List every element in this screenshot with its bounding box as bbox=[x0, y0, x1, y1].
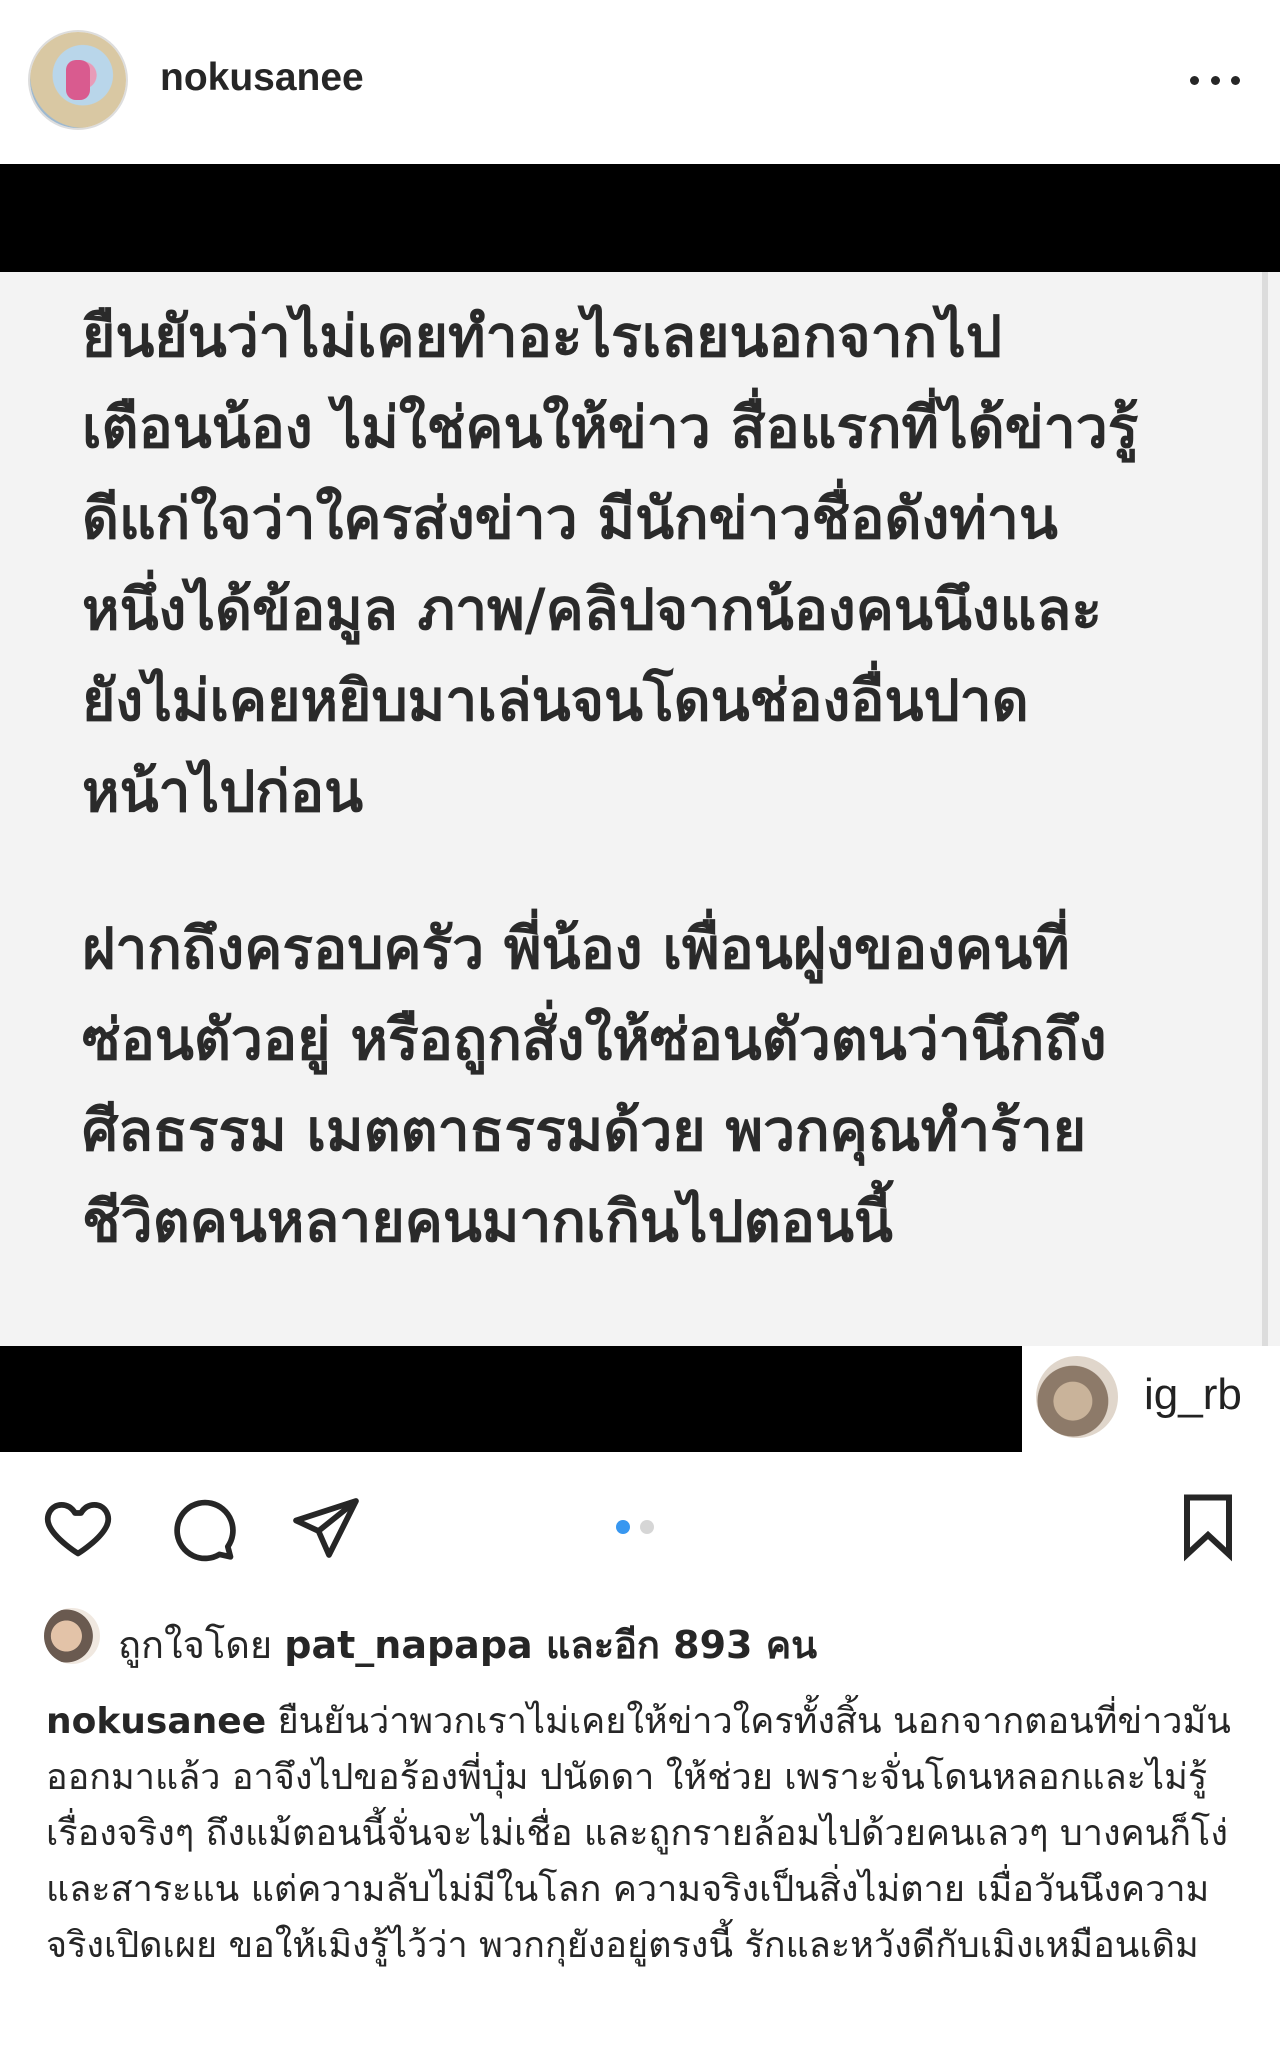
image-top-band bbox=[0, 164, 1280, 272]
post-image[interactable]: ยืนยันว่าไม่เคยทำอะไรเลยนอกจากไป เตือนน้… bbox=[0, 164, 1280, 1452]
liker-username[interactable]: pat_napapa bbox=[284, 1623, 532, 1667]
likes-text[interactable]: ถูกใจโดย pat_napapa และอีก 893 คน bbox=[118, 1614, 817, 1675]
credit-name: ig_rb bbox=[1144, 1370, 1242, 1419]
more-dot bbox=[1210, 75, 1220, 85]
post-text-paragraph-2: ฝากถึงครอบครัว พี่น้อง เพื่อนฝูงของคนที่… bbox=[82, 916, 1107, 1255]
action-bar bbox=[0, 1452, 1280, 1600]
image-credit: ig_rb bbox=[1022, 1346, 1280, 1452]
bottom-edge bbox=[0, 2040, 1280, 2050]
credit-avatar bbox=[1036, 1356, 1118, 1438]
more-options-icon[interactable] bbox=[1190, 70, 1240, 90]
image-edge-line bbox=[1262, 272, 1268, 1346]
share-icon[interactable] bbox=[290, 1492, 362, 1564]
comment-icon[interactable] bbox=[166, 1492, 238, 1564]
likes-row: ถูกใจโดย pat_napapa และอีก 893 คน bbox=[0, 1600, 1280, 1680]
bookmark-icon[interactable] bbox=[1172, 1490, 1244, 1562]
caption-username[interactable]: nokusanee bbox=[46, 1701, 266, 1742]
post-text-paragraph-1: ยืนยันว่าไม่เคยทำอะไรเลยนอกจากไป เตือนน้… bbox=[82, 304, 1139, 825]
likes-count[interactable]: และอีก 893 คน bbox=[533, 1623, 817, 1667]
liker-avatar[interactable] bbox=[44, 1608, 100, 1664]
carousel-dot-active bbox=[616, 1520, 630, 1534]
carousel-indicator bbox=[616, 1520, 654, 1534]
more-dot bbox=[1190, 75, 1199, 85]
post-header: nokusanee bbox=[0, 0, 1280, 164]
post-caption: nokusanee ยืนยันว่าพวกเราไม่เคยให้ข่าวใค… bbox=[46, 1694, 1256, 1974]
profile-avatar[interactable] bbox=[30, 32, 126, 128]
post-username[interactable]: nokusanee bbox=[160, 56, 364, 100]
image-bottom-band bbox=[0, 1346, 1022, 1452]
heart-icon[interactable] bbox=[42, 1492, 114, 1564]
more-dot bbox=[1231, 75, 1240, 85]
carousel-dot bbox=[640, 1520, 654, 1534]
likes-prefix: ถูกใจโดย bbox=[118, 1623, 285, 1667]
